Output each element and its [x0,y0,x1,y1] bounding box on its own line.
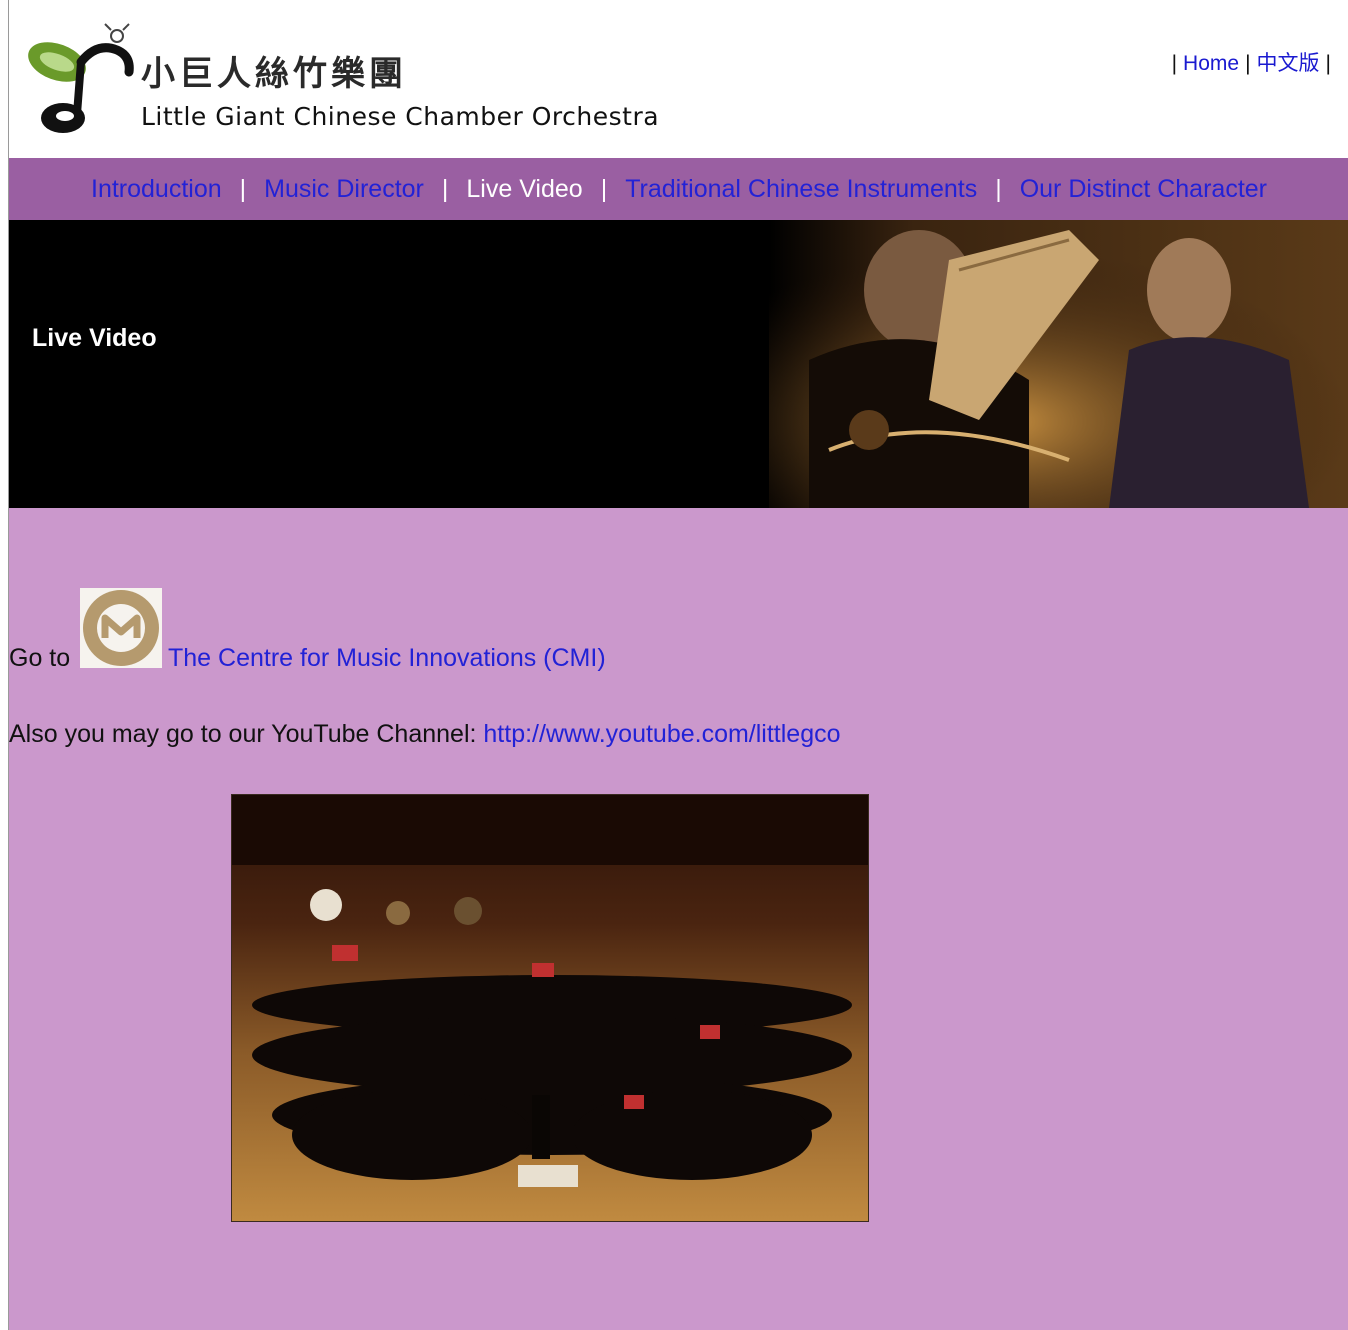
logo-icon [28,23,134,133]
page-title: Live Video [32,324,157,352]
nav-traditional-chinese-instruments[interactable]: Traditional Chinese Instruments [625,175,977,204]
logo-english-title: Little Giant Chinese Chamber Orchestra [141,102,660,131]
youtube-link[interactable]: http://www.youtube.com/littlegco [483,720,840,748]
youtube-label: Also you may go to our YouTube Channel: [9,720,477,748]
nav-our-distinct-character[interactable]: Our Distinct Character [1020,175,1267,204]
home-link[interactable]: Home [1183,52,1239,75]
separator: | [1245,52,1251,75]
top-links: | Home | 中文版 | [1166,47,1337,77]
separator: | [1171,52,1178,75]
site-header: 小巨人絲竹樂團 Little Giant Chinese Chamber Orc… [9,0,1348,158]
separator: | [1325,52,1331,75]
chinese-version-link[interactable]: 中文版 [1257,52,1320,75]
goto-label: Go to [9,644,71,672]
nav-separator: | [600,174,608,203]
nav-separator: | [239,174,247,203]
logo-chinese-title: 小巨人絲竹樂團 [141,54,407,94]
cmi-link[interactable]: The Centre for Music Innovations (CMI) [168,644,606,673]
nav-live-video[interactable]: Live Video [466,175,582,204]
nav-separator: | [995,174,1002,203]
orchestra-video[interactable] [231,794,869,1222]
cmi-logo-icon[interactable] [80,588,162,668]
page-banner: Live Video [9,220,1348,508]
banner-photo [769,220,1348,508]
nav-music-director[interactable]: Music Director [264,175,424,204]
nav-separator: | [441,174,449,203]
page: 小巨人絲竹樂團 Little Giant Chinese Chamber Orc… [8,0,1348,1330]
nav-introduction[interactable]: Introduction [91,175,222,204]
main-content: Go to The Centre for Music Innovations (… [9,508,1348,1330]
main-nav: Introduction | Music Director | Live Vid… [9,158,1348,220]
youtube-line: Also you may go to our YouTube Channel: … [9,720,841,749]
